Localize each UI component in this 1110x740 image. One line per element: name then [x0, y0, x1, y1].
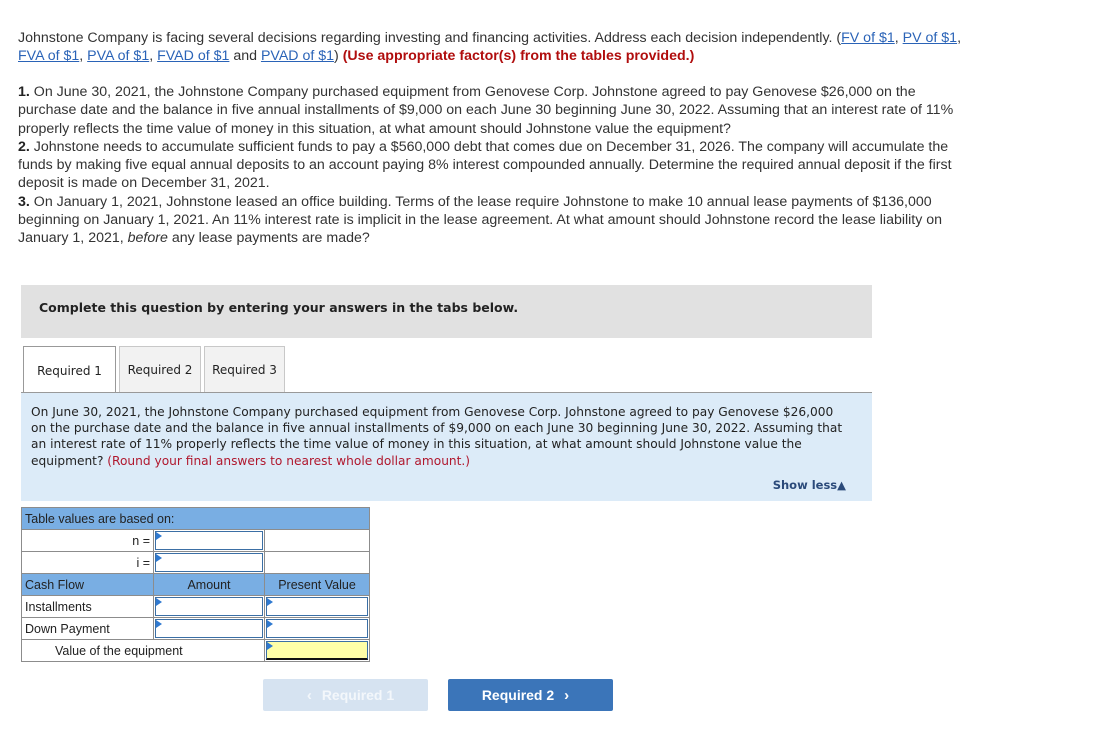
installments-pv-input[interactable]	[264, 595, 370, 618]
n-input[interactable]	[153, 529, 265, 552]
total-label: Value of the equipment	[21, 639, 265, 662]
column-header-row: Cash Flow Amount Present Value	[21, 573, 370, 596]
input-flag-icon	[156, 620, 162, 628]
i-label: i =	[21, 551, 154, 574]
rounding-instruction: (Round your final answers to nearest who…	[107, 453, 471, 468]
input-flag-icon	[156, 598, 162, 606]
input-flag-icon	[156, 532, 162, 540]
triangle-up-icon: ▲	[837, 478, 846, 492]
input-flag-icon	[267, 598, 273, 606]
question-2: 2. Johnstone needs to accumulate suffici…	[18, 138, 952, 192]
next-required-button[interactable]: Required 2 ›	[448, 679, 613, 711]
link-pvad-of-1[interactable]: PVAD of $1	[261, 48, 334, 64]
requirement-tabs: Required 1 Required 2 Required 3	[23, 346, 288, 394]
input-flag-icon	[156, 554, 162, 562]
link-fv-of-1[interactable]: FV of $1	[841, 30, 895, 46]
prev-required-button[interactable]: ‹ Required 1	[263, 679, 428, 711]
link-pva-of-1[interactable]: PVA of $1	[87, 48, 149, 64]
question-3: 3. On January 1, 2021, Johnstone leased …	[18, 193, 943, 247]
intro-text: Johnstone Company is facing several deci…	[18, 30, 842, 46]
table-row: Installments	[21, 595, 370, 618]
chevron-right-icon: ›	[564, 686, 570, 704]
requirement-text: On June 30, 2021, the Johnstone Company …	[31, 405, 843, 468]
factor-instruction: (Use appropriate factor(s) from the tabl…	[342, 48, 695, 64]
present-value-table: Table values are based on: n = i = Cash …	[21, 507, 370, 662]
table-caption: Table values are based on:	[21, 507, 370, 530]
intro-paragraph: Johnstone Company is facing several deci…	[18, 30, 962, 64]
tab-required-2[interactable]: Required 2	[119, 346, 201, 392]
down-payment-pv-input[interactable]	[264, 617, 370, 640]
total-row: Value of the equipment	[21, 639, 370, 662]
col-present-value: Present Value	[264, 573, 370, 596]
link-pv-of-1[interactable]: PV of $1	[903, 30, 957, 46]
link-fvad-of-1[interactable]: FVAD of $1	[157, 48, 229, 64]
i-row: i =	[21, 551, 370, 574]
question-list: 1. On June 30, 2021, the Johnstone Compa…	[18, 83, 963, 248]
equipment-value-input[interactable]	[264, 639, 370, 662]
question-1: 1. On June 30, 2021, the Johnstone Compa…	[18, 84, 954, 137]
requirement-panel: On June 30, 2021, the Johnstone Company …	[21, 393, 872, 501]
instruction-banner: Complete this question by entering your …	[21, 285, 872, 338]
show-less-button[interactable]: Show less▲	[773, 478, 846, 492]
col-cash-flow: Cash Flow	[21, 573, 154, 596]
instruction-banner-text: Complete this question by entering your …	[39, 300, 519, 315]
input-flag-icon	[267, 642, 273, 650]
down-payment-amount-input[interactable]	[153, 617, 265, 640]
row-label-down-payment: Down Payment	[21, 617, 154, 640]
input-flag-icon	[267, 620, 273, 628]
link-fva-of-1[interactable]: FVA of $1	[18, 48, 79, 64]
table-header-row: Table values are based on:	[21, 507, 370, 530]
installments-amount-input[interactable]	[153, 595, 265, 618]
n-label: n =	[21, 529, 154, 552]
row-label-installments: Installments	[21, 595, 154, 618]
table-row: Down Payment	[21, 617, 370, 640]
n-row: n =	[21, 529, 370, 552]
tab-required-3[interactable]: Required 3	[204, 346, 285, 392]
col-amount: Amount	[153, 573, 265, 596]
chevron-left-icon: ‹	[306, 686, 312, 704]
tab-required-1[interactable]: Required 1	[23, 346, 116, 394]
i-input[interactable]	[153, 551, 265, 574]
